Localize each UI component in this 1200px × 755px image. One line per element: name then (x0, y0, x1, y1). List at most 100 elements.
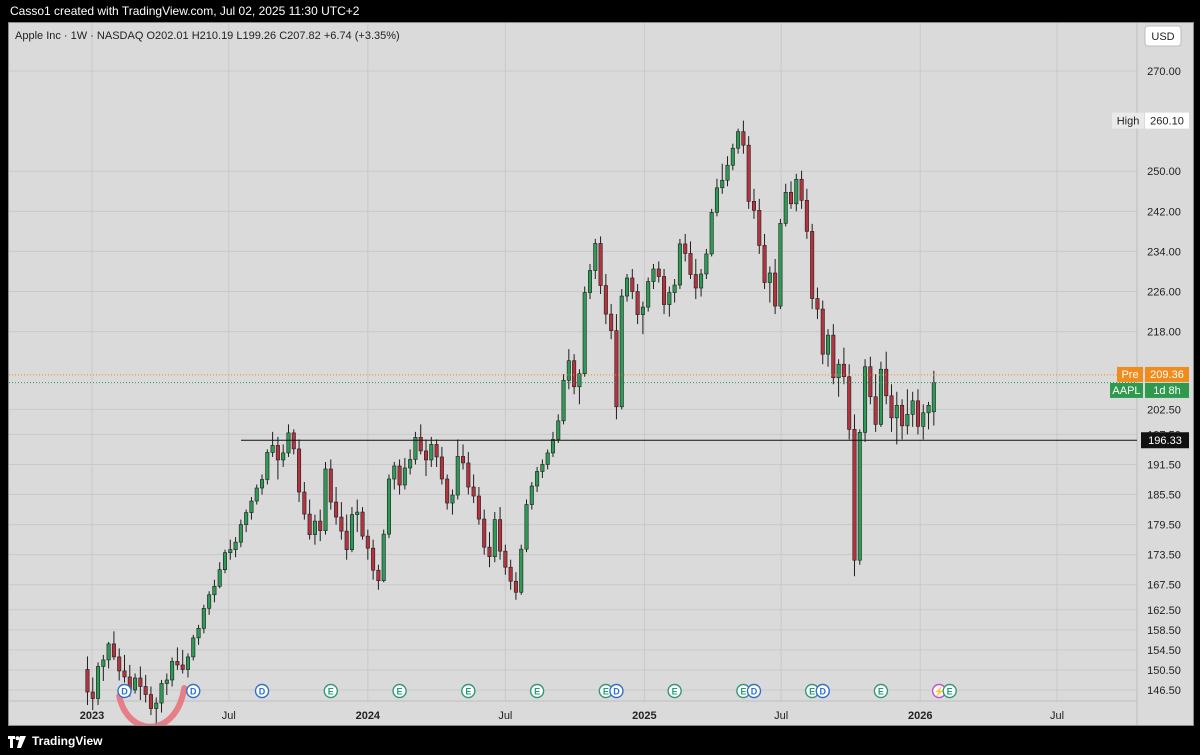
candle[interactable] (424, 439, 429, 476)
candle[interactable] (238, 519, 243, 548)
candle[interactable] (148, 686, 153, 716)
candle[interactable] (513, 572, 518, 600)
candle[interactable] (651, 263, 656, 290)
candle[interactable] (603, 273, 608, 325)
candle[interactable] (392, 461, 397, 490)
candle[interactable] (630, 268, 635, 300)
candle[interactable] (836, 359, 841, 397)
candle[interactable] (445, 474, 450, 510)
candle[interactable] (693, 258, 698, 300)
candle[interactable] (450, 489, 455, 515)
candle[interactable] (96, 662, 101, 706)
candle[interactable] (408, 449, 413, 475)
candle[interactable] (482, 509, 487, 555)
candle[interactable] (254, 484, 259, 505)
candle[interactable] (519, 544, 524, 595)
candle[interactable] (746, 136, 751, 209)
candle[interactable] (164, 673, 169, 696)
candle[interactable] (244, 509, 249, 533)
candle[interactable] (101, 654, 106, 681)
candle[interactable] (863, 359, 868, 442)
candle[interactable] (371, 539, 376, 580)
candle[interactable] (905, 389, 910, 435)
candle[interactable] (931, 370, 936, 426)
candle[interactable] (291, 429, 296, 455)
candle[interactable] (524, 499, 529, 553)
candle[interactable] (196, 624, 201, 645)
dividend-icon[interactable]: D (254, 683, 270, 699)
candle[interactable] (677, 238, 682, 290)
candle[interactable] (461, 444, 466, 470)
candle[interactable] (281, 444, 286, 467)
candle[interactable] (841, 347, 846, 385)
candle[interactable] (233, 537, 238, 558)
candle[interactable] (736, 128, 741, 154)
candlestick-chart[interactable]: 270.00 250.00 242.00 234.00 226.00 218.00 202.… (9, 23, 1193, 725)
candle[interactable] (926, 401, 931, 430)
candle[interactable] (656, 261, 661, 283)
candle[interactable] (154, 697, 159, 725)
candle[interactable] (783, 183, 788, 227)
candle[interactable] (804, 188, 809, 239)
candle[interactable] (545, 449, 550, 470)
earnings-icon[interactable]: E (461, 683, 476, 699)
candle[interactable] (646, 277, 651, 312)
candle[interactable] (185, 653, 190, 678)
candle[interactable] (191, 634, 196, 661)
candle[interactable] (672, 279, 677, 303)
currency-button[interactable]: USD (1144, 25, 1182, 47)
candle[interactable] (635, 284, 640, 325)
candle[interactable] (312, 514, 317, 545)
candle[interactable] (318, 509, 323, 542)
candle[interactable] (799, 170, 804, 209)
candle[interactable] (508, 559, 513, 590)
candle[interactable] (857, 429, 862, 565)
candle[interactable] (889, 384, 894, 432)
candle[interactable] (217, 562, 222, 589)
candle[interactable] (820, 300, 825, 365)
candle[interactable] (339, 502, 344, 540)
candle[interactable] (386, 474, 391, 539)
candle[interactable] (503, 544, 508, 575)
candle[interactable] (699, 268, 704, 297)
candle[interactable] (662, 268, 667, 315)
candle[interactable] (725, 156, 730, 187)
dividend-icon[interactable]: D (186, 683, 201, 699)
candle[interactable] (667, 286, 672, 317)
candle[interactable] (381, 529, 386, 583)
candle[interactable] (143, 674, 148, 703)
candle[interactable] (582, 286, 587, 377)
candle[interactable] (418, 424, 423, 455)
candle[interactable] (852, 414, 857, 577)
candle[interactable] (587, 263, 592, 300)
dividend-icon[interactable]: D (746, 683, 762, 699)
candle[interactable] (529, 481, 534, 510)
candle[interactable] (773, 258, 778, 315)
candle[interactable] (133, 673, 138, 694)
candle[interactable] (297, 439, 302, 503)
candle[interactable] (730, 143, 735, 171)
candle[interactable] (201, 604, 206, 634)
candle[interactable] (222, 549, 227, 574)
candle[interactable] (302, 481, 307, 520)
candle[interactable] (535, 466, 540, 493)
candle[interactable] (683, 233, 688, 262)
candle[interactable] (175, 647, 180, 670)
earnings-icon[interactable]: E (942, 683, 957, 699)
candle[interactable] (810, 223, 815, 310)
candle[interactable] (609, 304, 614, 340)
candle[interactable] (619, 289, 624, 410)
candle[interactable] (429, 436, 434, 467)
candle[interactable] (566, 349, 571, 390)
candle[interactable] (614, 314, 619, 420)
candle[interactable] (550, 431, 555, 457)
candle[interactable] (117, 648, 122, 681)
dividend-icon[interactable]: D (609, 683, 624, 699)
candle[interactable] (789, 181, 794, 209)
candle[interactable] (593, 238, 598, 280)
candle[interactable] (328, 459, 333, 510)
candle[interactable] (598, 236, 603, 295)
candle[interactable] (439, 446, 444, 485)
candle[interactable] (847, 364, 852, 440)
candle[interactable] (249, 497, 254, 520)
